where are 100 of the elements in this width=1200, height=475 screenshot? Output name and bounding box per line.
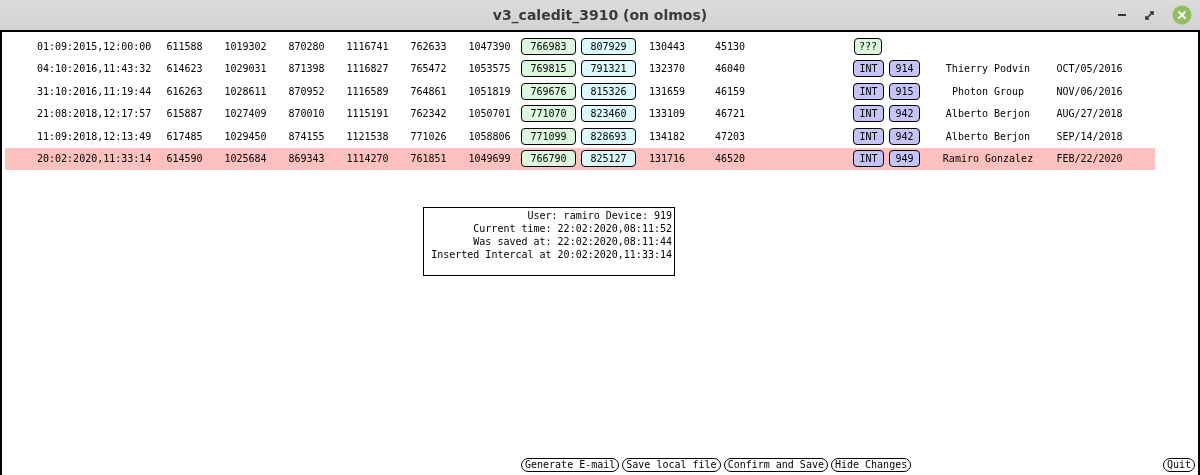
table-cell-text: 616263 [165, 85, 204, 97]
tag[interactable]: 915 [889, 82, 920, 100]
table-cell-text: 1058806 [467, 130, 512, 142]
table-cell-text: 869343 [287, 153, 326, 165]
table-cell-text: 46159 [713, 85, 747, 97]
action-button[interactable]: Confirm and Save [723, 458, 828, 472]
date-cell-text: NOV/06/2016 [1055, 85, 1124, 97]
table-cell-text: 1053575 [467, 63, 512, 75]
table-cell-text: 131716 [647, 153, 687, 165]
tag[interactable]: 942 [889, 127, 920, 145]
table-cell-text: 1047390 [467, 40, 512, 52]
table-cell-text: 1050701 [467, 108, 512, 120]
timestamp-cell-text: 21:08:2018,12:17:57 [36, 108, 153, 120]
tag[interactable]: 914 [889, 60, 920, 78]
value-tag[interactable]: 766790 [521, 150, 576, 168]
table-cell-text: 1116741 [345, 40, 390, 52]
date-cell-text: FEB/22/2020 [1055, 153, 1124, 165]
tag[interactable]: INT [853, 127, 884, 145]
restore-icon[interactable] [1145, 10, 1154, 20]
table-cell-text: 870010 [287, 108, 326, 120]
table-cell-text: 762342 [409, 108, 448, 120]
timestamp-cell-text: 04:10:2016,11:43:32 [36, 63, 153, 75]
name-cell-text: Alberto Berjon [944, 130, 1032, 142]
table-row[interactable]: 31:10:2016,11:19:44 616263 1028611 870952 1116589 764861 1051819 769676 815326 131659 46159 INT 915 Photon Group NOV/06/2016 [5, 80, 1155, 103]
table-cell-text: 871398 [287, 63, 326, 75]
info-line: Current time: 22:02:2020,08:11:52 [472, 222, 672, 235]
table-cell-text: 1049699 [467, 153, 512, 165]
timestamp-cell-text: 31:10:2016,11:19:44 [36, 85, 153, 97]
name-cell-text: Ramiro Gonzalez [941, 153, 1035, 165]
tag[interactable]: INT [853, 150, 884, 168]
table-cell-text: 765472 [409, 63, 448, 75]
name-cell-text: Photon Group [950, 85, 1026, 97]
action-button[interactable]: Generate E-mail [521, 458, 620, 472]
value-tag[interactable]: 769676 [521, 82, 576, 100]
tag[interactable]: INT [853, 82, 884, 100]
table-cell-text: 46721 [713, 108, 747, 120]
table-cell-text: 870952 [287, 85, 326, 97]
value-tag[interactable]: 791321 [581, 60, 636, 78]
window-title: v3_caledit_3910 (on olmos) [492, 7, 708, 23]
table-cell-text: 617485 [165, 130, 204, 142]
tag[interactable]: 942 [889, 105, 920, 123]
tag[interactable]: INT [853, 60, 884, 78]
date-cell-text: SEP/14/2018 [1055, 130, 1124, 142]
value-tag[interactable]: 769815 [521, 60, 576, 78]
table-cell-text: 1027409 [223, 108, 268, 120]
table-cell-text: 764861 [409, 85, 448, 97]
table-cell-text: 870280 [287, 40, 326, 52]
action-button[interactable]: Hide Changes [830, 458, 912, 472]
table-cell-text: 1028611 [223, 85, 268, 97]
value-tag[interactable]: 766983 [521, 37, 576, 55]
table-cell-text: 46520 [713, 153, 747, 165]
value-tag[interactable]: 815326 [581, 82, 636, 100]
table-row[interactable]: 21:08:2018,12:17:57 615887 1027409 870010 1115191 762342 1050701 771070 823460 133109 46721 INT 942 Alberto Berjon AUG/27/2018 [5, 102, 1155, 125]
timestamp-cell-text: 01:09:2015,12:00:00 [36, 40, 153, 52]
tag[interactable]: ??? [854, 37, 883, 55]
table-cell-text: 1051819 [467, 85, 512, 97]
table-row[interactable]: 20:02:2020,11:33:14 614590 1025684 869343 1114270 761851 1049699 766790 825127 131716 46520 INT 949 Ramiro Gonzalez FEB/22/2020 [5, 147, 1155, 170]
tag[interactable]: INT [853, 105, 884, 123]
table-cell-text: 133109 [647, 108, 687, 120]
value-tag[interactable]: 823460 [581, 105, 636, 123]
minimize-icon[interactable] [1117, 13, 1127, 17]
table-cell-text: 134182 [647, 130, 687, 142]
table-cell-text: 874155 [287, 130, 326, 142]
table-cell-text: 130443 [647, 40, 687, 52]
table-cell-text: 615887 [165, 108, 204, 120]
table-cell-text: 132370 [647, 63, 687, 75]
action-button[interactable]: Save local file [622, 458, 721, 472]
table-cell-text: 771026 [409, 130, 448, 142]
table-cell-text: 761851 [409, 153, 448, 165]
table-cell-text: 614590 [165, 153, 204, 165]
quit-button[interactable]: Quit [1162, 458, 1195, 472]
value-tag[interactable]: 825127 [581, 150, 636, 168]
name-cell-text: Alberto Berjon [944, 108, 1032, 120]
table-row[interactable]: 01:09:2015,12:00:00 611588 1019302 870280 1116741 762633 1047390 766983 807929 130443 45130 ??? [5, 35, 1155, 58]
table-cell-text: 1029450 [223, 130, 268, 142]
tag[interactable]: 949 [889, 150, 920, 168]
table-cell-text: 47203 [713, 130, 747, 142]
info-line: User: ramiro Device: 919 [526, 209, 672, 222]
table-cell-text: 45130 [713, 40, 747, 52]
info-line: Inserted Intercal at 20:02:2020,11:33:14 [430, 248, 672, 261]
table-cell-text: 1114270 [345, 153, 390, 165]
timestamp-cell-text: 11:09:2018,12:13:49 [36, 130, 153, 142]
value-tag[interactable]: 807929 [581, 37, 636, 55]
table-row[interactable]: 04:10:2016,11:43:32 614623 1029031 871398 1116827 765472 1053575 769815 791321 132370 46040 INT 914 Thierry Podvin OCT/05/2016 [5, 57, 1155, 80]
date-cell-text: OCT/05/2016 [1055, 63, 1124, 75]
table-cell-text: 1115191 [345, 108, 390, 120]
value-tag[interactable]: 771099 [521, 127, 576, 145]
value-tag[interactable]: 771070 [521, 105, 576, 123]
value-tag[interactable]: 828693 [581, 127, 636, 145]
timestamp-cell-text: 20:02:2020,11:33:14 [36, 153, 153, 165]
table-cell-text: 1019302 [223, 40, 268, 52]
date-cell-text: AUG/27/2018 [1055, 108, 1124, 120]
table-cell-text: 1121538 [345, 130, 390, 142]
table-cell-text: 131659 [647, 85, 687, 97]
table-cell-text: 614623 [165, 63, 204, 75]
name-cell-text: Thierry Podvin [944, 63, 1032, 75]
table-cell-text: 1029031 [223, 63, 268, 75]
table-row[interactable]: 11:09:2018,12:13:49 617485 1029450 874155 1121538 771026 1058806 771099 828693 134182 47203 INT 942 Alberto Berjon SEP/14/2018 [5, 125, 1155, 148]
table-cell-text: 1116827 [345, 63, 390, 75]
table-cell-text: 1116589 [345, 85, 390, 97]
